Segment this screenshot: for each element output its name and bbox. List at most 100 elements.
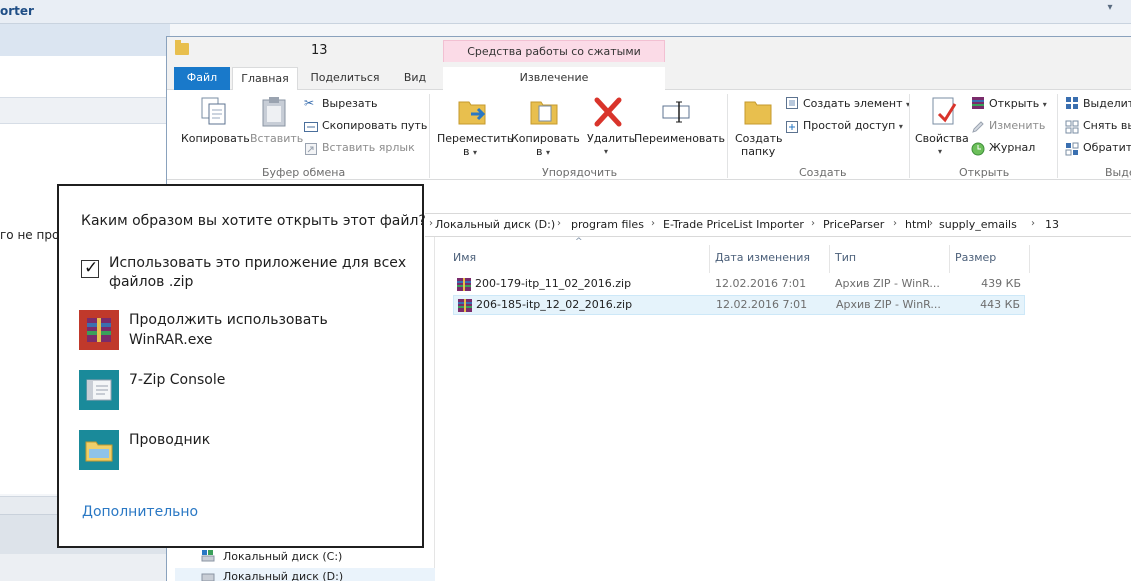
- winrar-small-icon: [972, 97, 984, 109]
- open-group-label: Открыть: [959, 166, 1010, 179]
- chevron-right-icon[interactable]: ›: [893, 218, 897, 229]
- column-header-date[interactable]: Дата изменения: [715, 251, 810, 264]
- tab-file[interactable]: Файл: [174, 67, 230, 90]
- copy-to-label: Копировать: [511, 132, 580, 145]
- file-size: 439 КБ: [981, 277, 1021, 290]
- tab-extract[interactable]: Извлечение: [443, 67, 665, 90]
- ribbon-separator: [1057, 94, 1058, 178]
- background-truncated-text: го не про: [0, 228, 60, 242]
- app-option-explorer[interactable]: Проводник: [79, 430, 409, 474]
- winrar-icon: [79, 310, 119, 350]
- move-to-label: Переместить: [437, 132, 514, 145]
- tab-share[interactable]: Поделиться: [305, 67, 385, 90]
- nav-item-drive-c[interactable]: Локальный диск (C:): [223, 550, 342, 563]
- delete-x-icon: [594, 97, 622, 127]
- ribbon-separator: [429, 94, 430, 178]
- column-divider[interactable]: [829, 245, 830, 273]
- always-use-checkbox[interactable]: ✓: [81, 258, 99, 278]
- ribbon-separator: [727, 94, 728, 178]
- paste-shortcut-label: Вставить ярлык: [322, 141, 415, 154]
- breadcrumb-item[interactable]: html: [905, 218, 930, 231]
- new-folder-icon: [744, 101, 772, 125]
- file-date: 12.02.2016 7:01: [716, 298, 808, 311]
- select-group-label: Выде: [1105, 166, 1131, 179]
- chevron-right-icon: ›: [429, 218, 433, 229]
- app-name: 7-Zip Console: [129, 372, 226, 388]
- file-row[interactable]: 206-185-itp_12_02_2016.zip 12.02.2016 7:…: [453, 295, 1025, 315]
- app-option-winrar[interactable]: Продолжить использовать WinRAR.exe: [79, 310, 409, 354]
- column-header-name[interactable]: Имя: [453, 251, 476, 264]
- background-panel: [0, 98, 168, 124]
- chevron-right-icon[interactable]: ›: [557, 218, 561, 229]
- chevron-down-icon[interactable]: ▾: [1100, 2, 1120, 20]
- new-folder-label: Создать: [735, 132, 783, 145]
- ribbon-separator: [909, 94, 910, 178]
- file-type: Архив ZIP - WinR...: [836, 298, 941, 311]
- background-toolbar-band: [0, 24, 170, 56]
- cut-label: Вырезать: [322, 97, 378, 110]
- app-name: Проводник: [129, 432, 211, 448]
- breadcrumb-item[interactable]: 13: [1045, 218, 1059, 231]
- breadcrumb-item[interactable]: E-Trade PriceList Importer: [663, 218, 804, 231]
- select-all-icon: [1066, 97, 1078, 109]
- organize-group-label: Упорядочить: [542, 166, 618, 179]
- copy-icon: [201, 97, 226, 125]
- background-panel: [0, 56, 168, 98]
- file-type: Архив ZIP - WinR...: [835, 277, 940, 290]
- clipboard-icon: [262, 97, 286, 127]
- drive-c-icon: [201, 550, 215, 562]
- new-folder-label-2: папку: [741, 145, 776, 158]
- move-to-label-2: в ▾: [463, 145, 477, 158]
- 7zip-console-icon: [79, 370, 119, 410]
- chevron-right-icon[interactable]: ›: [811, 218, 815, 229]
- compressed-tools-header: Средства работы со сжатыми папками: [443, 40, 665, 80]
- file-name: 206-185-itp_12_02_2016.zip: [476, 298, 633, 311]
- easy-access-label: Простой доступ ▾: [803, 119, 903, 132]
- easy-access-icon: [786, 121, 798, 133]
- file-size: 443 КБ: [980, 298, 1020, 311]
- new-item-icon: [786, 97, 798, 109]
- winrar-archive-icon: [457, 278, 471, 291]
- properties-icon: [932, 97, 957, 125]
- breadcrumb-item[interactable]: Локальный диск (D:): [435, 218, 555, 231]
- new-item-label: Создать элемент ▾: [803, 97, 911, 110]
- copy-to-folder-icon: [530, 101, 558, 125]
- file-row[interactable]: 200-179-itp_11_02_2016.zip 12.02.2016 7:…: [453, 275, 1025, 295]
- nav-item-drive-d[interactable]: Локальный диск (D:): [223, 570, 343, 581]
- chevron-right-icon[interactable]: ›: [1031, 218, 1035, 229]
- select-all-label: Выделить: [1083, 97, 1131, 110]
- paste-shortcut-icon: [305, 143, 317, 155]
- always-use-label[interactable]: Использовать это приложение для всех фай…: [109, 254, 409, 292]
- chevron-right-icon[interactable]: ›: [651, 218, 655, 229]
- app-option-7zip-console[interactable]: 7-Zip Console: [79, 370, 409, 414]
- background-app-title: orter: [0, 4, 34, 18]
- app-name: Продолжить использовать WinRAR.exe: [129, 312, 328, 348]
- history-icon: [971, 142, 985, 156]
- paste-label: Вставить: [250, 132, 304, 145]
- more-apps-link[interactable]: Дополнительно: [82, 504, 198, 520]
- ribbon-tabs: Файл Главная Поделиться Вид Извлечение: [167, 65, 1131, 91]
- column-header-type[interactable]: Тип: [835, 251, 856, 264]
- column-divider[interactable]: [709, 245, 710, 273]
- breadcrumb-item[interactable]: program files: [571, 218, 644, 231]
- column-divider[interactable]: [949, 245, 950, 273]
- select-none-icon: [1065, 120, 1079, 134]
- copy-path-label: Скопировать путь: [322, 119, 428, 132]
- copy-path-icon: [304, 122, 318, 132]
- history-label: Журнал: [989, 141, 1036, 154]
- column-divider[interactable]: [1029, 245, 1030, 273]
- chevron-right-icon[interactable]: ›: [929, 218, 933, 229]
- invert-selection-label: Обратить: [1083, 141, 1131, 154]
- breadcrumb-item[interactable]: PriceParser: [823, 218, 884, 231]
- rename-icon: [662, 101, 690, 123]
- scissors-icon: ✂: [304, 96, 315, 110]
- file-name: 200-179-itp_11_02_2016.zip: [475, 277, 632, 290]
- properties-label: Свойства: [915, 132, 969, 145]
- breadcrumb[interactable]: › Локальный диск (D:) › program files › …: [425, 213, 1131, 237]
- breadcrumb-item[interactable]: supply_emails: [939, 218, 1017, 231]
- column-header-size[interactable]: Размер: [955, 251, 996, 264]
- tab-view[interactable]: Вид: [393, 67, 437, 90]
- window-title: 13: [311, 43, 328, 58]
- folder-icon: [175, 40, 189, 55]
- tab-home[interactable]: Главная: [232, 67, 298, 91]
